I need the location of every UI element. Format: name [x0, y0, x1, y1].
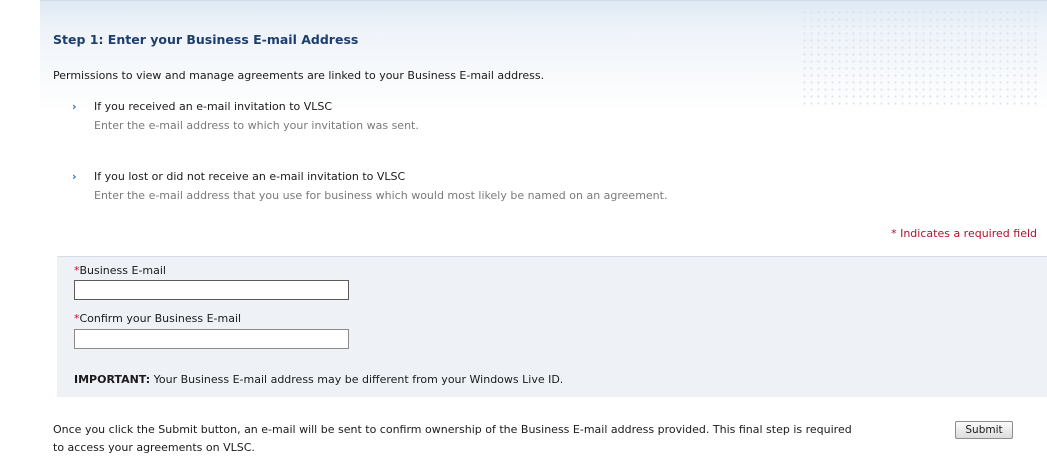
important-text: Your Business E-mail address may be diff… — [150, 373, 564, 386]
important-notice: IMPORTANT: Your Business E-mail address … — [74, 373, 563, 386]
step-title: Step 1: Enter your Business E-mail Addre… — [53, 32, 359, 47]
business-email-label: *Business E-mail — [74, 264, 166, 277]
decorative-dot-pattern — [801, 9, 1041, 109]
email-form-panel: *Business E-mail *Confirm your Business … — [57, 256, 1047, 397]
option-description: Enter the e-mail address to which your i… — [94, 119, 419, 132]
confirm-email-label: *Confirm your Business E-mail — [74, 312, 241, 325]
chevron-right-icon: › — [72, 170, 77, 183]
header-band — [40, 0, 1047, 111]
required-field-note: * Indicates a required field — [891, 227, 1037, 240]
chevron-right-icon: › — [72, 100, 77, 113]
option-heading: If you received an e-mail invitation to … — [94, 100, 333, 113]
intro-text: Permissions to view and manage agreement… — [53, 69, 545, 82]
submit-button[interactable]: Submit — [955, 421, 1013, 439]
option-heading: If you lost or did not receive an e-mail… — [94, 170, 406, 183]
important-label: IMPORTANT: — [74, 373, 151, 386]
submit-explanation: Once you click the Submit button, an e-m… — [53, 423, 852, 454]
business-email-label-text: Business E-mail — [79, 264, 167, 277]
business-email-input[interactable] — [74, 280, 349, 300]
confirm-email-label-text: Confirm your Business E-mail — [79, 312, 242, 325]
confirm-email-input[interactable] — [74, 329, 349, 349]
option-description: Enter the e-mail address that you use fo… — [94, 189, 668, 202]
